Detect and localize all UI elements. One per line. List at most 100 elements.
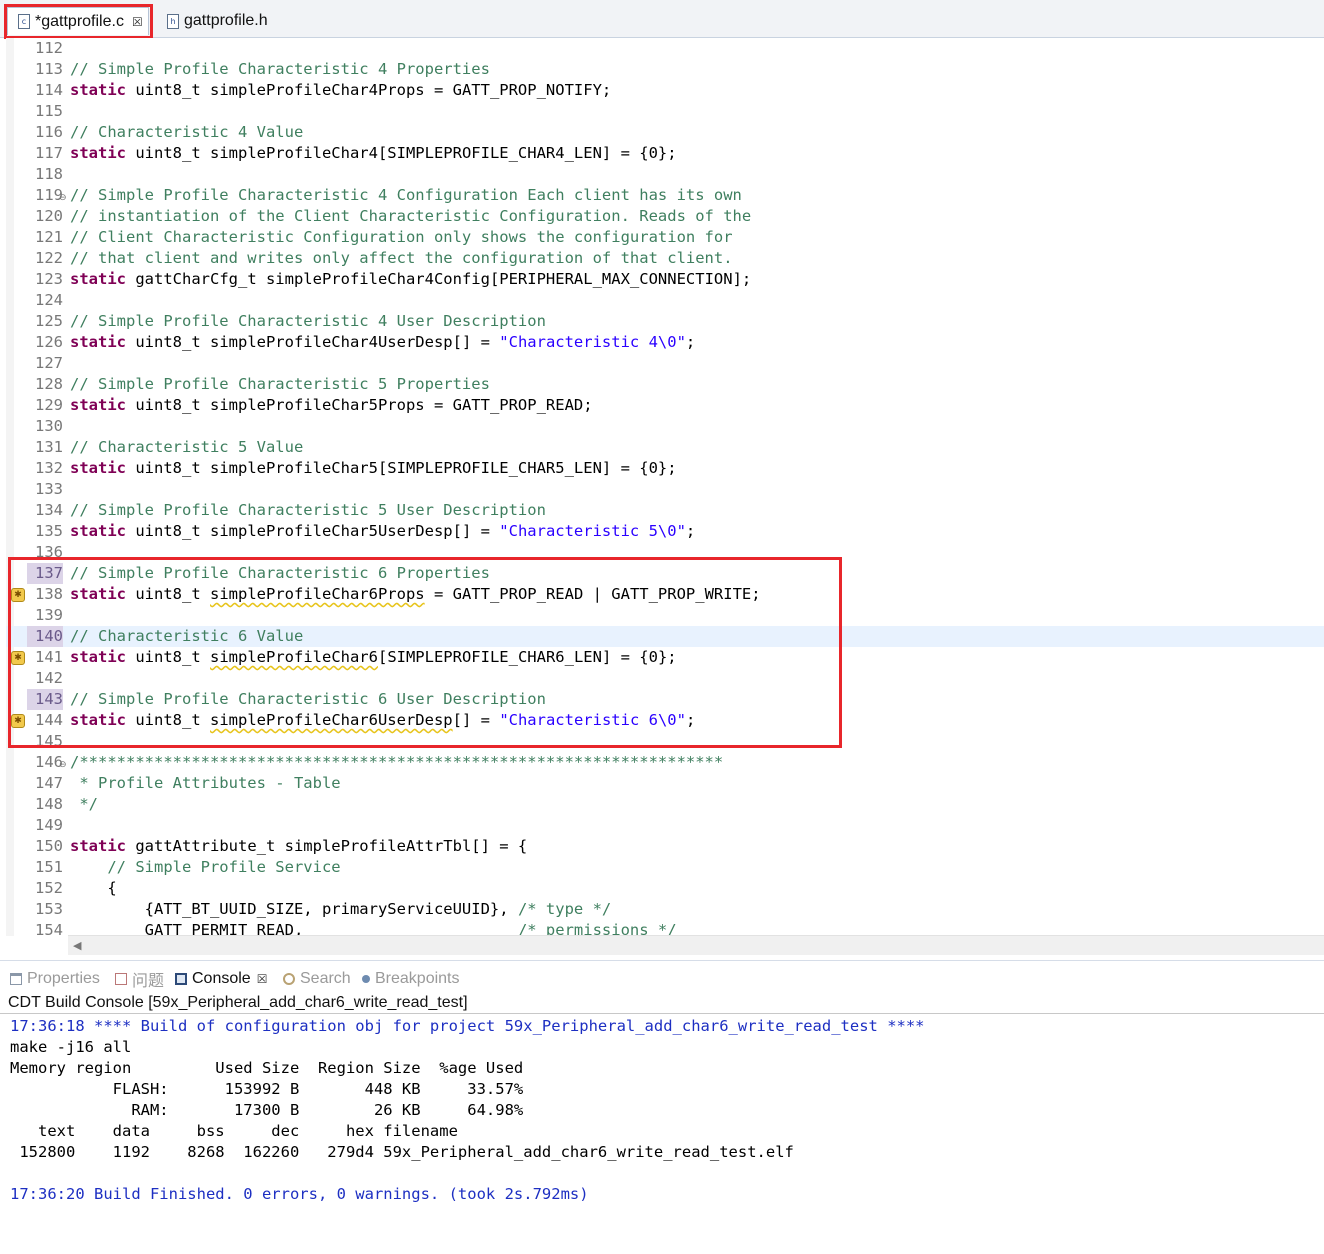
code-line[interactable]: 135 static uint8_t simpleProfileChar5User… xyxy=(6,521,1324,542)
code-line[interactable]: 114 static uint8_t simpleProfileChar4Prop… xyxy=(6,80,1324,101)
code-line[interactable]: 131 // Characteristic 5 Value xyxy=(6,437,1324,458)
code-line[interactable]: 130 xyxy=(6,416,1324,437)
console-line: RAM: 17300 B 26 KB 64.98% xyxy=(10,1101,524,1119)
line-number: 130 xyxy=(35,417,63,435)
code-line[interactable]: 122 // that client and writes only affect… xyxy=(6,248,1324,269)
code-token: uint8_t simpleProfileChar5Props = GATT_P… xyxy=(126,396,593,414)
view-tab-properties[interactable]: Properties xyxy=(10,968,100,990)
tab-gattprofile-h[interactable]: h gattprofile.h xyxy=(157,7,297,35)
view-tab-breakpoints[interactable]: Breakpoints xyxy=(362,968,460,990)
code-line[interactable]: 142 xyxy=(6,668,1324,689)
horizontal-scrollbar[interactable]: ◀ xyxy=(68,935,1324,955)
code-token: gattAttribute_t simpleProfileAttrTbl[] =… xyxy=(126,837,528,855)
code-line[interactable]: 145 xyxy=(6,731,1324,752)
breakpoints-icon xyxy=(362,975,370,983)
code-text: static uint8_t simpleProfileChar6UserDes… xyxy=(70,710,695,731)
code-line[interactable]: 113 // Simple Profile Characteristic 4 Pr… xyxy=(6,59,1324,80)
code-line[interactable]: 121 // Client Characteristic Configuratio… xyxy=(6,227,1324,248)
keyword: static xyxy=(70,396,126,414)
warning-marker-icon[interactable]: ✱ xyxy=(11,588,25,602)
code-line[interactable]: 112 xyxy=(6,38,1324,59)
code-line[interactable]: 127 xyxy=(6,353,1324,374)
code-line[interactable]: 125 // Simple Profile Characteristic 4 Us… xyxy=(6,311,1324,332)
code-line[interactable]: ✱ 138 static uint8_t simpleProfileChar6Pro… xyxy=(6,584,1324,605)
code-line[interactable]: 151 // Simple Profile Service xyxy=(6,857,1324,878)
line-number: 145 xyxy=(35,732,63,750)
code-text: static gattAttribute_t simpleProfileAttr… xyxy=(70,836,527,857)
code-line[interactable]: 124 xyxy=(6,290,1324,311)
code-line[interactable]: 126 static uint8_t simpleProfileChar4User… xyxy=(6,332,1324,353)
code-line[interactable]: 139 xyxy=(6,605,1324,626)
code-line[interactable]: 152 { xyxy=(6,878,1324,899)
code-line[interactable]: ✱ 144 static uint8_t simpleProfileChar6Use… xyxy=(6,710,1324,731)
code-line[interactable]: 140 // Characteristic 6 Value xyxy=(6,626,1324,647)
code-line[interactable]: 146 ⊖/***********************************… xyxy=(6,752,1324,773)
console-line: 17:36:18 **** Build of configuration obj… xyxy=(10,1017,925,1035)
code-line[interactable]: 147 * Profile Attributes - Table xyxy=(6,773,1324,794)
code-text: // Characteristic 6 Value xyxy=(70,626,303,647)
code-text: static uint8_t simpleProfileChar5UserDes… xyxy=(70,521,695,542)
view-tab-problems[interactable]: 问题 xyxy=(115,968,164,990)
view-tab-bar: Properties 问题 Console ☒ Search Breakpoints xyxy=(0,960,1324,994)
tab-gattprofile-c[interactable]: c *gattprofile.c ☒ xyxy=(7,7,149,35)
code-line[interactable]: 154 GATT_PERMIT_READ, /* permissions */ xyxy=(6,920,1324,936)
warning-marker-icon[interactable]: ✱ xyxy=(11,714,25,728)
view-tab-label: Console xyxy=(192,970,251,987)
code-token: { xyxy=(70,879,117,897)
comment: // Simple Profile Characteristic 4 Prope… xyxy=(70,60,490,78)
line-number: 116 xyxy=(35,123,63,141)
line-number: 146 xyxy=(35,753,63,771)
code-line[interactable]: 149 xyxy=(6,815,1324,836)
code-line[interactable]: 136 xyxy=(6,542,1324,563)
code-line[interactable]: 133 xyxy=(6,479,1324,500)
code-line[interactable]: 117 static uint8_t simpleProfileChar4[SIM… xyxy=(6,143,1324,164)
code-text: static uint8_t simpleProfileChar4UserDes… xyxy=(70,332,695,353)
close-view-icon[interactable]: ☒ xyxy=(257,972,268,986)
code-line[interactable]: 143 // Simple Profile Characteristic 6 Us… xyxy=(6,689,1324,710)
code-token: uint8_t simpleProfileChar5UserDesp[] = xyxy=(126,522,500,540)
code-editor[interactable]: 112 113 // Simple Profile Characteristic 4… xyxy=(6,38,1324,956)
editor-tab-bar: c *gattprofile.c ☒ h gattprofile.h xyxy=(0,0,1324,38)
console-view[interactable]: CDT Build Console [59x_Peripheral_add_ch… xyxy=(0,993,1324,1254)
code-line[interactable]: 123 static gattCharCfg_t simpleProfileCha… xyxy=(6,269,1324,290)
code-text: // Simple Profile Characteristic 4 User … xyxy=(70,311,546,332)
code-line[interactable]: 137 // Simple Profile Characteristic 6 Pr… xyxy=(6,563,1324,584)
code-line[interactable]: 119 ⊖// Simple Profile Characteristic 4 C… xyxy=(6,185,1324,206)
code-line[interactable]: 150 static gattAttribute_t simpleProfileA… xyxy=(6,836,1324,857)
code-text: static uint8_t simpleProfileChar5[SIMPLE… xyxy=(70,458,677,479)
code-line[interactable]: 128 // Simple Profile Characteristic 5 Pr… xyxy=(6,374,1324,395)
code-line[interactable]: 129 static uint8_t simpleProfileChar5Prop… xyxy=(6,395,1324,416)
code-token: [SIMPLEPROFILE_CHAR6_LEN] = {0}; xyxy=(377,648,677,666)
code-text: static uint8_t simpleProfileChar4[SIMPLE… xyxy=(70,143,677,164)
view-tab-label: Breakpoints xyxy=(375,970,460,987)
code-line[interactable]: 153 {ATT_BT_UUID_SIZE, primaryServiceUUI… xyxy=(6,899,1324,920)
code-text: // Characteristic 5 Value xyxy=(70,437,303,458)
line-number: 152 xyxy=(35,879,63,897)
console-line: 152800 1192 8268 162260 279d4 59x_Periph… xyxy=(10,1143,794,1161)
code-line[interactable]: ✱ 141 static uint8_t simpleProfileChar6[SI… xyxy=(6,647,1324,668)
line-number: 133 xyxy=(35,480,63,498)
code-line[interactable]: 116 // Characteristic 4 Value xyxy=(6,122,1324,143)
view-tab-search[interactable]: Search xyxy=(283,968,351,990)
line-number: 129 xyxy=(35,396,63,414)
keyword: static xyxy=(70,585,126,603)
code-line[interactable]: 120 // instantiation of the Client Charac… xyxy=(6,206,1324,227)
line-number: 127 xyxy=(35,354,63,372)
scroll-left-icon[interactable]: ◀ xyxy=(73,936,81,955)
code-area[interactable]: 112 113 // Simple Profile Characteristic 4… xyxy=(6,38,1324,936)
code-line[interactable]: 132 static uint8_t simpleProfileChar5[SIM… xyxy=(6,458,1324,479)
close-tab-icon[interactable]: ☒ xyxy=(132,15,143,29)
code-line[interactable]: 115 xyxy=(6,101,1324,122)
code-line[interactable]: 148 */ xyxy=(6,794,1324,815)
properties-icon xyxy=(10,973,22,985)
view-tab-console[interactable]: Console ☒ xyxy=(175,968,267,990)
code-text: // instantiation of the Client Character… xyxy=(70,206,751,227)
comment: // Simple Profile Characteristic 5 Prope… xyxy=(70,375,490,393)
code-line[interactable]: 118 xyxy=(6,164,1324,185)
warning-marker-icon[interactable]: ✱ xyxy=(11,651,25,665)
code-token: = GATT_PROP_READ | GATT_PROP_WRITE; xyxy=(424,585,761,603)
comment: // that client and writes only affect th… xyxy=(70,249,733,267)
line-number: 123 xyxy=(35,270,63,288)
code-line[interactable]: 134 // Simple Profile Characteristic 5 Us… xyxy=(6,500,1324,521)
keyword: static xyxy=(70,522,126,540)
